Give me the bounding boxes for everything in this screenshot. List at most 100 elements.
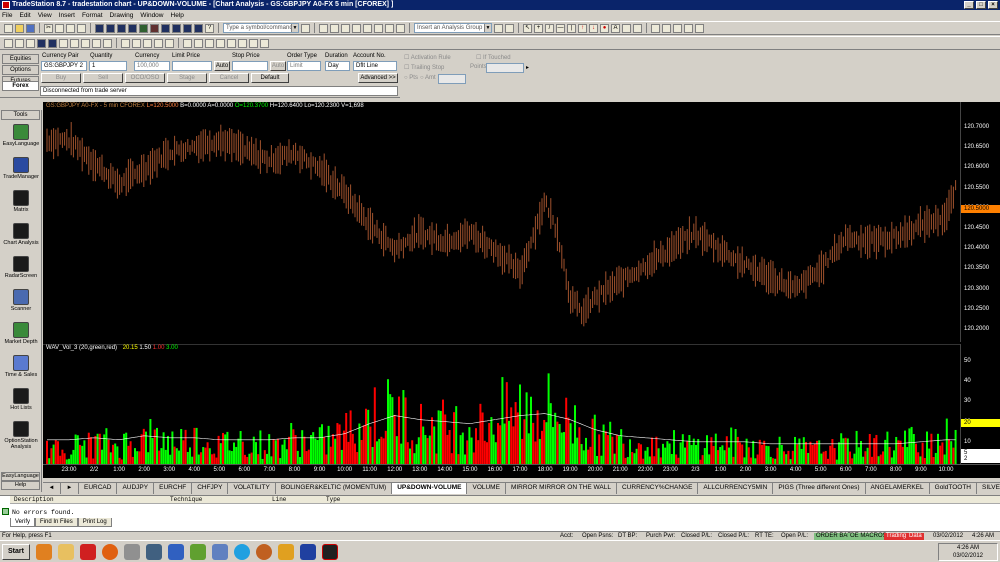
pointer-icon[interactable] [673,23,682,33]
magnify-icon[interactable] [651,23,660,33]
tool-b-icon[interactable] [15,38,24,48]
tool-e-icon[interactable] [48,38,57,48]
workspace-tab[interactable]: ALLCURRENCY5MIN [698,483,774,494]
recorder-icon[interactable] [322,543,338,560]
tab-print-log[interactable]: Print Log [77,518,112,527]
tool-i-icon[interactable] [92,38,101,48]
sidebar-item[interactable]: TradeManager [0,157,42,180]
daily-icon[interactable] [352,23,361,33]
new-icon[interactable] [4,23,13,33]
workspace-tab[interactable]: VOLUME [467,483,506,494]
close-button[interactable]: × [988,1,998,9]
quantity-input[interactable]: 1 [89,61,127,71]
time-sales-icon[interactable] [172,23,181,33]
crosshair-icon[interactable]: + [534,23,543,33]
tool-c-icon[interactable] [26,38,35,48]
limit-auto-button[interactable]: Auto [214,61,230,71]
workspace-tab[interactable]: ANGELAMERKEL [866,483,930,494]
trendline-icon[interactable]: / [545,23,554,33]
easylanguage-help-button[interactable]: EasyLanguage [1,472,40,481]
sidebar-item[interactable]: Matrix [0,190,42,213]
chart-analysis-window[interactable]: 120.7000 120.6500 120.6000 120.5500 120.5000… [43,102,1000,478]
volume-pane[interactable] [43,344,960,464]
menu-drawing[interactable]: Drawing [110,12,134,19]
volume-chart[interactable] [43,345,960,465]
arrow-down-icon[interactable]: ↓ [589,23,598,33]
workspace-tab[interactable]: BOLINGER&KELTIC (MOMENTUM) [276,483,393,494]
scanner-icon[interactable] [128,23,137,33]
tool-u-icon[interactable] [238,38,247,48]
tool-q-icon[interactable] [194,38,203,48]
fibonacci-icon[interactable] [622,23,631,33]
zoom-in-icon[interactable] [385,23,394,33]
browser-icon[interactable] [168,543,184,560]
depth-icon[interactable] [139,23,148,33]
workspace-tab[interactable]: CURRENCY%CHANGE [617,483,699,494]
tab-scroll-right[interactable]: ► [61,483,79,494]
amt-option[interactable]: ○ Amt [420,75,436,81]
vlc-icon[interactable] [36,543,52,560]
tool-o-icon[interactable] [165,38,174,48]
buy-button[interactable]: Buy [41,73,81,83]
minute-icon[interactable] [341,23,350,33]
activation-rule-option[interactable]: ☐ Activation Rule [404,54,451,61]
magnify-minus-icon[interactable] [662,23,671,33]
limit-price-input[interactable] [172,61,212,71]
eraser-icon[interactable] [633,23,642,33]
stage-button[interactable]: Stage [167,73,207,83]
tab-verify[interactable]: Verify [10,518,36,527]
sell-button[interactable]: Sell [83,73,123,83]
hotlist-icon[interactable] [183,23,192,33]
default-button[interactable]: Default [251,73,289,83]
copy-icon[interactable] [55,23,64,33]
text-icon[interactable]: A [611,23,620,33]
points-input[interactable] [486,63,524,73]
volume-axis[interactable]: 50403020102052 [960,344,1000,464]
sidebar-item[interactable]: RadarScreen [0,256,42,279]
tool-a-icon[interactable] [4,38,13,48]
cut-icon[interactable]: ✂ [44,23,53,33]
data-window-icon[interactable] [695,23,704,33]
tab-forex[interactable]: Forex [2,81,39,91]
options-icon[interactable] [161,23,170,33]
open-icon[interactable] [15,23,24,33]
sidebar-item[interactable]: Hot Lists [0,388,42,411]
help-icon[interactable]: ? [205,23,214,33]
cursor-icon[interactable]: ↖ [523,23,532,33]
workspace-tab[interactable]: SILVERSICKLE [977,483,1000,494]
tool-s-icon[interactable] [216,38,225,48]
chart-icon[interactable] [95,23,104,33]
help-button[interactable]: Help [1,481,40,490]
chevron-down-icon[interactable]: ▼ [484,24,491,32]
workspace-tab[interactable]: MIRROR MIRROR ON THE WALL [506,483,617,494]
tool-p-icon[interactable] [183,38,192,48]
monitor-icon[interactable] [146,543,162,560]
window-icon[interactable] [194,23,203,33]
symbol-input[interactable]: Type a symbol/command ▼ [223,23,299,33]
workspace-tab[interactable]: CHFJPY [192,483,229,494]
arrow-up-icon[interactable]: ↑ [578,23,587,33]
folder-icon[interactable] [58,543,74,560]
workspace-tab[interactable]: UP&DOWN-VOLUME [392,483,468,494]
trailing-stop-option[interactable]: ☐ Trailing Stop [404,64,444,71]
tool-t-icon[interactable] [227,38,236,48]
workspace-tab[interactable]: PIGS (Three different Ones) [773,483,866,494]
tab-equities[interactable]: Equities [2,54,39,64]
zoom-out-icon[interactable] [396,23,405,33]
paste-icon[interactable] [66,23,75,33]
media-icon[interactable] [256,543,272,560]
horizontal-line-icon[interactable]: — [556,23,565,33]
tool-k-icon[interactable] [121,38,130,48]
amt-input[interactable] [438,74,466,84]
maximize-button[interactable]: □ [976,1,986,9]
tools-icon[interactable] [684,23,693,33]
column-type[interactable]: Type [326,496,340,504]
column-description[interactable]: Description [14,496,54,504]
menu-view[interactable]: View [38,12,52,19]
time-axis[interactable]: 23:00 2/2 1:00 2:00 3:00 4:00 5:00 6:00 7:00 8:00… [43,464,1000,478]
tool-m-icon[interactable] [143,38,152,48]
currency-input[interactable]: 100,000 [134,61,170,71]
tool-r-icon[interactable] [205,38,214,48]
save-icon[interactable] [26,23,35,33]
tradestation-icon[interactable] [300,543,316,560]
